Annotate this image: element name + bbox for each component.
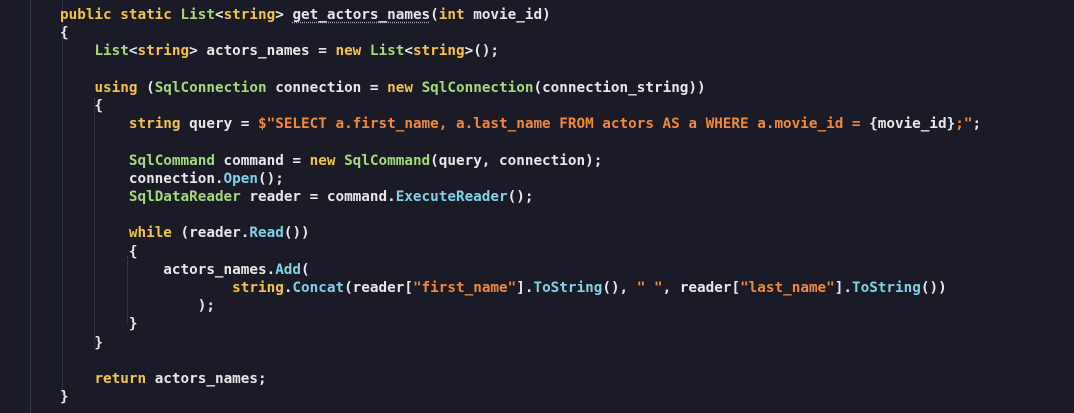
code-token: ; [972, 116, 982, 133]
code-token: reader = command. [240, 189, 396, 205]
code-token: get_actors_names [292, 7, 431, 23]
code-token: ( [301, 261, 310, 278]
code-line: actors_names.Add( [60, 261, 310, 279]
code-token: > actors_names = [189, 43, 336, 60]
gutter-divider [30, 0, 31, 413]
code-token: List [180, 7, 215, 23]
code-token: movie_id) [464, 7, 551, 23]
code-token: actors_names. [60, 261, 276, 278]
code-line: connection.Open(); [60, 170, 284, 188]
code-token: ExecuteReader [395, 189, 508, 205]
code-token: public static [60, 7, 181, 23]
code-token: Read [249, 225, 284, 242]
code-token: string [232, 280, 284, 296]
code-token: Concat [292, 280, 345, 296]
code-token: ( [146, 79, 155, 96]
code-token: ;" [955, 116, 973, 133]
code-line: string.Concat(reader["first_name"].ToStr… [60, 279, 947, 297]
code-token: connection = [266, 79, 388, 96]
code-line: } [60, 388, 69, 406]
code-token: ( [430, 7, 439, 23]
code-token: SqlConnection [154, 79, 267, 96]
code-token: ToString [533, 280, 603, 296]
code-token: command = [214, 152, 310, 169]
code-token: (reader[ [344, 280, 413, 296]
code-token: , reader[ [662, 280, 741, 296]
code-token: SqlCommand [344, 152, 431, 169]
code-token: ToString [851, 280, 921, 296]
code-token: ()) [920, 280, 947, 296]
code-token: while [128, 225, 181, 242]
code-token: (); [507, 189, 534, 205]
code-token: >(); [464, 43, 500, 60]
code-token: string [223, 7, 276, 23]
code-token: new [309, 152, 345, 169]
code-token: string [137, 43, 190, 60]
code-line: using (SqlConnection connection = new Sq… [60, 79, 706, 97]
code-token: Open [223, 170, 258, 187]
code-token: } [60, 334, 104, 351]
code-token: ()) [283, 225, 310, 242]
code-token: " " [636, 280, 663, 296]
code-token: < [214, 7, 224, 23]
code-line: { [60, 24, 69, 42]
code-line: } [60, 334, 103, 352]
code-token: new [335, 43, 370, 60]
code-token: } [60, 389, 69, 406]
code-line: SqlCommand command = new SqlCommand(quer… [60, 152, 602, 170]
code-token: $"SELECT a.first_name, a.last_name FROM … [258, 116, 870, 133]
code-token: { [60, 98, 104, 114]
code-token: (query, connection); [430, 152, 603, 169]
code-token: (reader. [180, 225, 250, 242]
code-token: List [94, 43, 129, 60]
code-token: connection. [60, 170, 224, 187]
code-token: { [60, 243, 138, 260]
code-token: SqlConnection [421, 79, 534, 96]
code-token: List [369, 43, 405, 60]
code-token: SqlDataReader [128, 189, 241, 205]
code-token: ]. [516, 280, 534, 296]
code-line: List<string> actors_names = new List<str… [60, 42, 499, 60]
code-token: using [94, 79, 147, 96]
code-token: > [275, 7, 293, 23]
code-token: "last_name" [740, 280, 835, 296]
code-token: return [94, 371, 155, 387]
code-token: Add [275, 261, 302, 278]
code-editor[interactable]: public static List<string> get_actors_na… [0, 0, 1074, 413]
code-line: } [60, 315, 138, 333]
code-token: } [60, 316, 138, 333]
code-token: string [412, 43, 465, 60]
code-token: ); [60, 298, 215, 315]
code-line: { [60, 97, 103, 115]
code-token: SqlCommand [128, 152, 215, 169]
code-token: actors_names; [154, 371, 267, 387]
code-line: string query = $"SELECT a.first_name, a.… [60, 115, 981, 133]
code-token: (connection_string)) [533, 79, 706, 96]
code-line: public static List<string> get_actors_na… [60, 6, 551, 24]
code-token: new [387, 79, 422, 96]
code-token: "first_name" [412, 280, 517, 296]
code-token: query = [180, 116, 258, 133]
code-line: SqlDataReader reader = command.ExecuteRe… [60, 188, 534, 206]
code-token: (), [602, 280, 637, 296]
code-line: ); [60, 297, 215, 315]
code-token: string [128, 116, 181, 133]
code-line: { [60, 243, 138, 261]
code-line: return actors_names; [60, 370, 267, 388]
code-token: ]. [834, 280, 852, 296]
code-token: int [438, 7, 465, 23]
code-token: < [404, 43, 413, 60]
code-token: {movie_id} [869, 116, 956, 133]
code-line: while (reader.Read()) [60, 224, 310, 242]
code-token: (); [257, 170, 284, 187]
code-token: { [60, 25, 69, 42]
